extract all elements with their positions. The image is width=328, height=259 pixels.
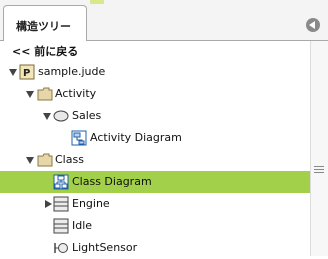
tree-row-activity[interactable]: Activity [0,83,310,105]
tree-row-activity-diagram[interactable]: Activity Diagram [0,127,310,149]
collapse-toggle-icon[interactable] [44,200,53,209]
tree-label: Class Diagram [72,175,152,188]
class-icon [53,196,69,212]
tab-label: 構造ツリー [16,20,71,33]
expand-toggle-icon[interactable] [26,156,35,165]
tree-label: LightSensor [72,241,138,254]
tree-row-idle[interactable]: Idle [0,215,310,237]
panel-header: 構造ツリー [0,0,328,41]
partition-icon [53,110,69,122]
tree-label: Engine [72,197,110,210]
project-icon: P [19,64,35,80]
tab-divider [87,40,328,41]
tree-row-engine[interactable]: Engine [0,193,310,215]
svg-text:P: P [23,68,30,79]
tree-row-class-diagram[interactable]: Class Diagram [0,171,310,193]
class-icon [53,218,69,234]
tree-label: Class [55,153,84,166]
tree-label: Idle [72,219,93,232]
activity-diagram-icon [71,130,87,146]
tree-row-sales[interactable]: Sales [0,105,310,127]
tree-row-root[interactable]: P sample.jude [0,61,310,83]
tree-label: Activity Diagram [90,131,182,144]
accent-strip [90,0,104,4]
expand-toggle-icon[interactable] [9,68,18,77]
tree-row-class[interactable]: Class [0,149,310,171]
tab-structure-tree[interactable]: 構造ツリー [3,5,87,41]
class-diagram-icon [53,174,69,190]
tab-divider [0,40,3,41]
scrollbar-grip-icon[interactable] [314,166,324,175]
collapse-panel-icon[interactable] [306,18,320,32]
structure-tree: P sample.jude Activity Sales Activity Di… [0,60,310,256]
folder-icon [37,153,53,167]
expand-toggle-icon[interactable] [26,90,35,99]
tree-label: Activity [55,87,97,100]
expand-toggle-icon[interactable] [43,112,52,121]
folder-icon [37,87,53,101]
tree-label: Sales [72,109,102,122]
tree-label: sample.jude [38,65,106,78]
back-link[interactable]: << 前に戻る [12,43,78,59]
vertical-scrollbar[interactable] [310,41,328,256]
interface-icon [54,243,68,253]
